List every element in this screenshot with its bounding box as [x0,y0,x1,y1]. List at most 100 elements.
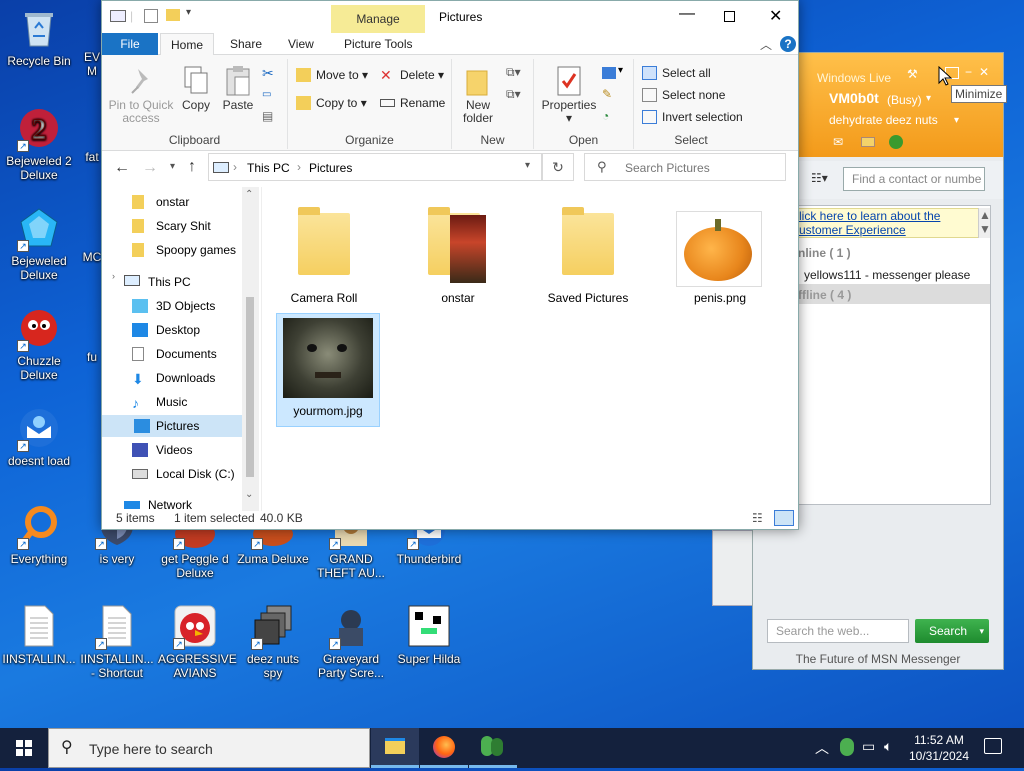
invert-selection-button[interactable]: Invert selection [642,107,743,127]
edit-icon[interactable]: ✎ [602,87,612,101]
info-link-2[interactable]: ustomer Experience [799,223,987,237]
new-folder-button[interactable]: New folder [454,65,502,125]
clock[interactable]: 11:52 AM 10/31/2024 [904,732,974,764]
msn-personal-message[interactable]: dehydrate deez nuts [829,113,938,127]
web-search-button[interactable]: Search ▾ [915,619,989,643]
desktop-icon-bejeweled2[interactable]: 2 ↗ Bejeweled 2 Deluxe [2,106,76,182]
status-dropdown-icon[interactable]: ▾ [926,93,931,104]
desktop-icon-installing-shortcut[interactable]: ↗ IINSTALLIN... - Shortcut [80,604,154,680]
select-none-button[interactable]: Select none [642,85,725,105]
refresh-button[interactable]: ↻ [542,153,574,181]
notification-icon[interactable] [984,738,1002,754]
paste-shortcut-icon[interactable]: ▤ [262,109,273,123]
help-icon[interactable]: ? [780,36,796,52]
maximize-button[interactable] [724,11,735,22]
message-dropdown-icon[interactable]: ▾ [954,115,959,126]
desktop-icon-everything[interactable]: ↗ Everything [2,504,76,566]
new-item-icon[interactable]: ⧉▾ [506,65,521,80]
network-icon[interactable]: ▭ [862,738,875,755]
scroll-down-icon[interactable]: ⌄ [245,489,253,500]
taskbar-search-box[interactable]: ⚲ Type here to search [48,728,370,768]
desktop-icon-aggressive-avians[interactable]: ↗ AGGRESSIVE AVIANS [158,604,237,680]
nav-item-scary-shit[interactable]: Scary Shit [132,215,211,237]
nav-item-local-disk[interactable]: Local Disk (C:) [132,463,235,485]
nav-scrollbar[interactable]: ⌃ ⌄ [242,187,259,511]
nav-item-videos[interactable]: Videos [132,439,192,461]
show-hidden-icons-button[interactable]: ︿ [815,738,829,758]
history-icon[interactable]: ◔ [602,109,609,123]
cut-icon[interactable]: ✂ [262,65,274,82]
view-options-icon[interactable]: ☷▾ [811,171,828,185]
manage-context-tab[interactable]: Manage [331,5,425,33]
copy-path-icon[interactable]: ▭ [262,89,271,100]
desktop-icon-chuzzle[interactable]: ↗ Chuzzle Deluxe [2,306,76,382]
find-contact-input[interactable]: Find a contact or numbe [843,167,985,191]
file-item-penis-png[interactable]: penis.png [668,205,772,305]
msn-username[interactable]: VM0b0t [829,90,879,106]
nav-item-documents[interactable]: Documents [132,343,217,365]
msn-maximize-button[interactable]: − [965,65,972,79]
nav-item-downloads[interactable]: ⬇ Downloads [132,367,215,389]
move-to-button[interactable]: Move to ▾ [296,65,368,85]
folder-icon[interactable] [861,137,875,147]
desktop-icon-doesnt-load[interactable]: ↗ doesnt load [2,406,76,468]
navigation-pane[interactable]: onstar Scary Shit Spoopy games › This PC… [102,187,262,511]
pin-quick-access-button[interactable]: Pin to Quick access [106,65,176,125]
nav-item-pictures[interactable]: Pictures [102,415,242,437]
copy-button[interactable]: Copy [178,65,214,112]
nav-item-this-pc[interactable]: This PC [124,271,191,293]
forward-button[interactable]: → [142,159,158,177]
file-item-saved-pictures[interactable]: Saved Pictures [536,205,640,305]
web-search-input[interactable]: Search the web... [767,619,909,643]
minimize-button[interactable]: — [679,5,695,23]
desktop-icon-installing-1[interactable]: IINSTALLIN... [2,604,76,666]
contact-item[interactable]: yellows111 - messenger please [804,268,970,282]
msn-tray-icon[interactable] [840,738,854,756]
properties-quick-icon[interactable] [144,9,158,23]
desktop-icon-bejeweled[interactable]: ↗ Bejeweled Deluxe [2,206,76,282]
breadcrumb-this-pc[interactable]: This PC [247,161,290,175]
nav-item-spoopy-games[interactable]: Spoopy games [132,239,236,261]
address-dropdown-icon[interactable]: ▾ [525,160,530,171]
copy-to-button[interactable]: Copy to ▾ [296,93,367,113]
file-item-yourmom-jpg[interactable]: yourmom.jpg [276,313,380,427]
details-view-icon[interactable]: ☷ [752,507,763,529]
new-folder-quick-icon[interactable] [166,9,180,21]
tab-home[interactable]: Home [160,33,215,56]
properties-button[interactable]: Properties ▾ [538,65,600,125]
desktop-icon-graveyard[interactable]: ↗ Graveyard Party Scre... [314,604,388,680]
mail-icon[interactable]: ✉ [833,135,843,149]
open-icon[interactable] [602,67,616,79]
nav-item-onstar[interactable]: onstar [132,191,189,213]
desktop-icon-recycle-bin[interactable]: Recycle Bin [2,6,76,68]
recent-locations-icon[interactable]: ▾ [170,161,175,172]
large-icons-view-icon[interactable] [774,510,794,526]
nav-item-3d-objects[interactable]: 3D Objects [132,295,215,317]
msn-tools-icon[interactable]: ⚒ [907,67,918,81]
customize-toolbar-icon[interactable]: ▾ [186,7,191,18]
nav-item-desktop[interactable]: Desktop [132,319,200,341]
address-bar[interactable]: › This PC › Pictures ▾ [208,153,542,181]
taskbar-msn[interactable] [469,728,517,768]
nav-item-music[interactable]: ♪ Music [132,391,187,413]
msn-status[interactable]: (Busy) [887,93,922,107]
search-dropdown-icon[interactable]: ▾ [979,619,984,643]
info-banner-scroll[interactable]: ▲ ▼ [978,208,991,238]
expand-this-pc-icon[interactable]: › [112,271,115,281]
online-group-header[interactable]: nline ( 1 ) [798,246,851,260]
search-box[interactable]: ⚲ Search Pictures [584,153,786,181]
scroll-thumb[interactable] [246,297,254,477]
tab-file[interactable]: File [102,33,158,55]
file-item-onstar[interactable]: onstar [406,205,510,305]
collapse-ribbon-icon[interactable]: ︿ [760,36,772,53]
select-all-button[interactable]: Select all [642,63,711,83]
breadcrumb-pictures[interactable]: Pictures [309,161,352,175]
tab-share[interactable]: Share [220,33,272,55]
easy-access-icon[interactable]: ⧉▾ [506,87,521,102]
taskbar-firefox[interactable] [420,728,468,768]
desktop-icon-deez-nuts-spy[interactable]: ↗ deez nuts spy [236,604,310,680]
rename-button[interactable]: Rename [380,93,445,113]
start-button[interactable] [0,728,48,768]
tab-view[interactable]: View [278,33,324,55]
up-button[interactable]: ↑ [188,158,196,176]
